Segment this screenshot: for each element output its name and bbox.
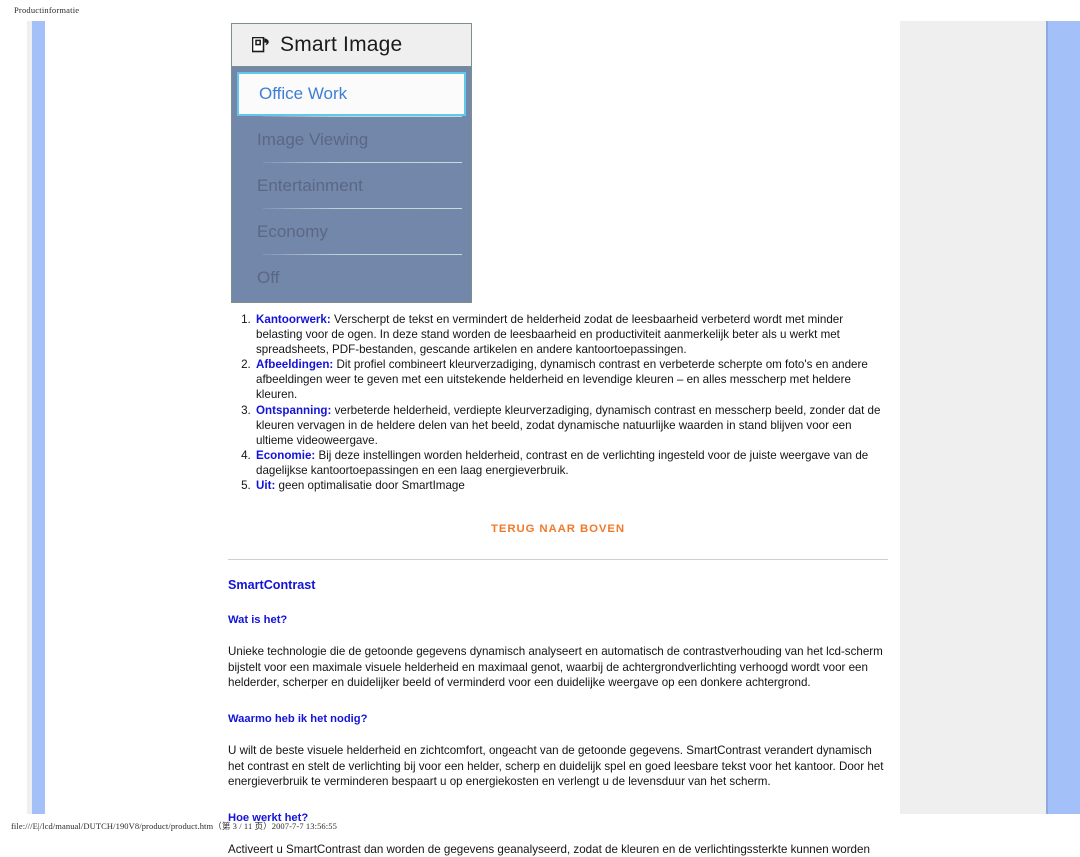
osd-item-office-work[interactable]: Office Work [237,72,466,116]
print-header: Productinformatie [14,5,80,15]
smart-image-icon [251,36,271,53]
profile-list: Kantoorwerk: Verscherpt de tekst en verm… [228,312,888,493]
osd-item-economy[interactable]: Economy [235,209,468,254]
profile-text: Verscherpt de tekst en vermindert de hel… [256,313,844,357]
osd-item-label: Image Viewing [257,129,369,149]
profile-text: geen optimalisatie door SmartImage [275,479,465,493]
osd-item-entertainment[interactable]: Entertainment [235,163,468,208]
profile-text: verbeterde helderheid, verdiepte kleurve… [256,403,881,447]
osd-title-bar: Smart Image [231,23,472,67]
osd-item-label: Off [257,267,280,287]
list-item: Kantoorwerk: Verscherpt de tekst en verm… [254,312,888,357]
osd-title-text: Smart Image [280,33,403,56]
subheading-why-need-it: Waarmo heb ik het nodig? [228,712,368,725]
profile-text: Dit profiel combineert kleurverzadiging,… [256,358,868,402]
osd-item-off[interactable]: Off [235,255,468,300]
osd-item-image-viewing[interactable]: Image Viewing [235,117,468,162]
profile-term: Afbeeldingen: [256,358,334,372]
right-gray-column [900,21,1043,814]
back-to-top-wrap: TERUG NAAR BOVEN [228,519,888,537]
paragraph-how-it-works: Activeert u SmartContrast dan worden de … [228,842,870,856]
osd-item-label: Entertainment [257,175,363,195]
back-to-top-link[interactable]: TERUG NAAR BOVEN [491,523,625,535]
osd-item-label: Office Work [259,84,348,103]
print-footer: file:///E|/lcd/manual/DUTCH/190V8/produc… [11,821,337,831]
section-divider [228,559,888,561]
list-item: Ontspanning: verbeterde helderheid, verd… [254,403,888,448]
left-blue-strip [32,21,45,814]
profile-term: Kantoorwerk: [256,313,331,326]
smart-image-osd: Smart Image Office Work Image Viewing En… [231,23,472,303]
profile-term: Ontspanning: [256,403,332,417]
profile-text: Bij deze instellingen worden helderheid,… [256,448,869,477]
left-white-column [45,21,63,814]
subheading-what-is-it: Wat is het? [228,614,288,627]
right-blue-panel [1046,21,1080,814]
list-item: Afbeeldingen: Dit profiel combineert kle… [254,357,888,402]
paragraph-what-is-it: Unieke technologie die de getoonde gegev… [228,645,883,690]
profile-term: Uit: [256,479,276,493]
osd-menu: Office Work Image Viewing Entertainment … [231,67,472,303]
profile-term: Economie: [256,448,316,462]
list-item: Economie: Bij deze instellingen worden h… [254,448,888,478]
article-body: Kantoorwerk: Verscherpt de tekst en verm… [228,312,888,857]
osd-item-label: Economy [257,221,328,241]
list-item: Uit: geen optimalisatie door SmartImage [254,478,888,493]
paragraph-why-need-it: U wilt de beste visuele helderheid en zi… [228,743,884,789]
section-title-smartcontrast: SmartContrast [228,578,316,593]
